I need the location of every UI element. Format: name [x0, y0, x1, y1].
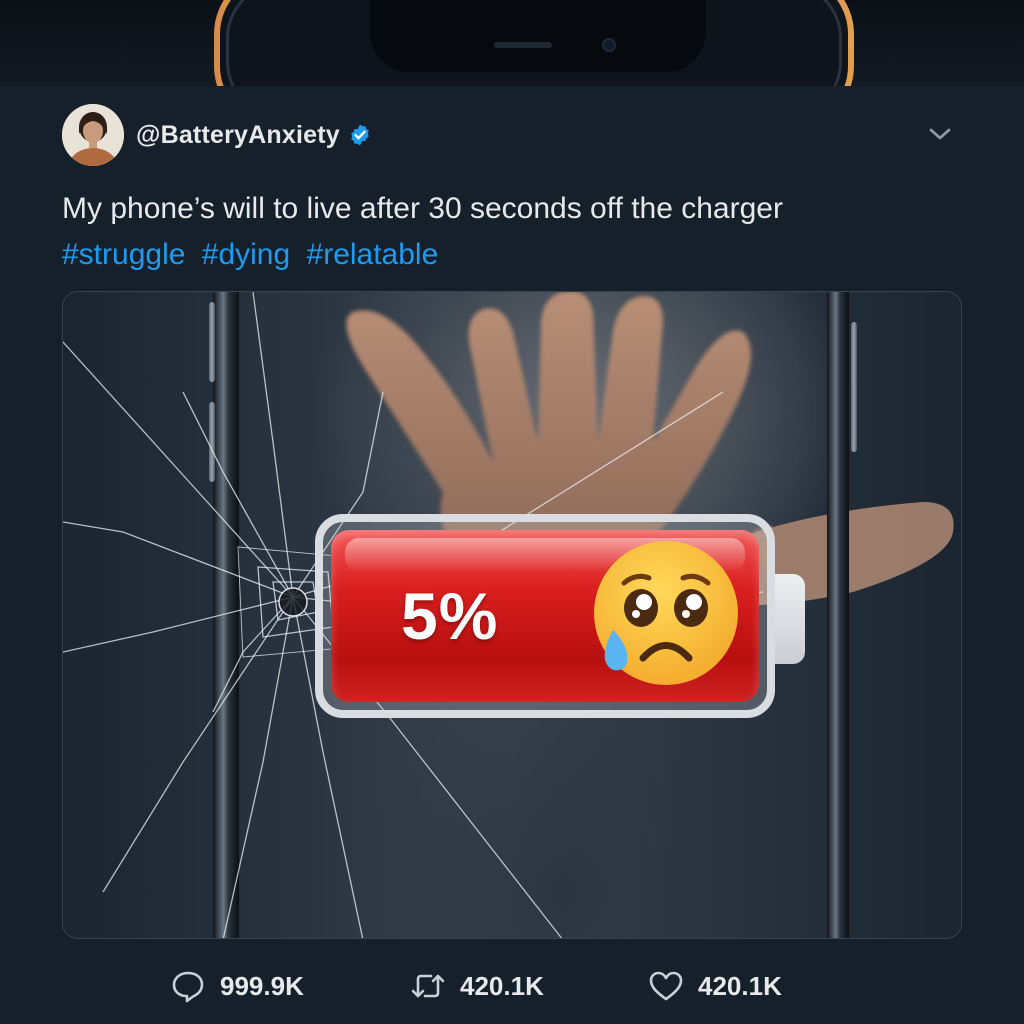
like-count: 420.1K — [698, 970, 782, 1001]
like-button[interactable]: 420.1K — [648, 964, 782, 1008]
hashtag-list: #struggle #dying #relatable — [62, 232, 446, 278]
tweet-card: @BatteryAnxiety My phone’s will to live … — [0, 86, 1024, 1024]
battery-indicator: 5% — [315, 514, 775, 718]
phone-top-frame — [0, 0, 1024, 86]
chevron-down-icon[interactable] — [926, 124, 954, 144]
battery-terminal — [775, 574, 805, 664]
reply-icon — [172, 971, 204, 1003]
retweet-count: 420.1K — [460, 970, 544, 1001]
avatar-portrait — [62, 104, 124, 166]
retweet-icon — [411, 974, 445, 998]
heart-icon — [649, 971, 683, 1001]
avatar[interactable] — [62, 104, 124, 166]
front-camera-icon — [602, 38, 616, 52]
phone-notch — [370, 0, 706, 72]
tweet-action-bar: 999.9K 420.1K 420.1K — [0, 964, 1024, 1008]
retweet-button[interactable]: 420.1K — [410, 964, 544, 1008]
hashtag-link[interactable]: #relatable — [307, 238, 439, 271]
battery-fill: 5% — [331, 530, 759, 702]
hashtag-link[interactable]: #dying — [202, 238, 290, 271]
user-handle[interactable]: @BatteryAnxiety — [136, 121, 340, 150]
verified-badge-icon — [351, 124, 369, 146]
hashtag-link[interactable]: #struggle — [62, 238, 185, 271]
speaker-grille — [494, 42, 552, 48]
tweet-text: My phone’s will to live after 30 seconds… — [62, 192, 783, 225]
sad-face-icon — [594, 541, 738, 685]
battery-percent-label: 5% — [401, 579, 499, 653]
user-row: @BatteryAnxiety — [136, 118, 372, 152]
reply-button[interactable]: 999.9K — [170, 964, 304, 1008]
tweet-media-image[interactable]: 5% — [62, 291, 962, 939]
reply-count: 999.9K — [220, 970, 304, 1001]
